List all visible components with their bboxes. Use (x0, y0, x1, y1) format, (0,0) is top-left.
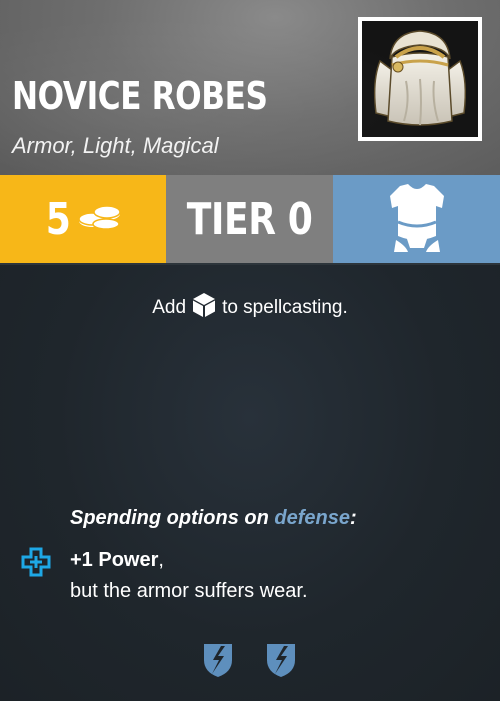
option-comma: , (158, 549, 164, 571)
durability-track (202, 640, 297, 683)
coins-icon (75, 202, 123, 237)
broken-shield-icon (202, 640, 234, 683)
item-card: NOVICE ROBES Armor, Light, Magical 5 TIE… (0, 0, 500, 701)
plus-target-icon (21, 547, 51, 582)
armor-vest-icon (386, 182, 448, 257)
broken-shield-icon (265, 640, 297, 683)
spending-heading: Spending options on defense: (70, 507, 357, 530)
cost-value: 5 (45, 193, 71, 245)
card-title: NOVICE ROBES (12, 74, 268, 118)
cost-panel: 5 (0, 175, 166, 263)
card-header: NOVICE ROBES Armor, Light, Magical (0, 0, 500, 175)
stat-bar: 5 TIER 0 (0, 175, 500, 263)
effect-prefix: Add (152, 297, 187, 318)
white-robe-armor-image (362, 21, 478, 137)
tier-label: TIER 0 (186, 193, 313, 245)
spending-heading-prefix: Spending options on (70, 507, 275, 529)
option-bold: +1 Power (70, 549, 159, 571)
spending-heading-suffix: : (350, 507, 357, 529)
item-portrait (358, 17, 482, 141)
card-body (0, 265, 500, 701)
type-panel (333, 175, 500, 263)
effect-suffix: to spellcasting. (222, 297, 348, 318)
spending-keyword: defense (274, 507, 351, 529)
die-cube-icon (192, 292, 216, 324)
tier-panel: TIER 0 (166, 175, 333, 263)
card-subtitle: Armor, Light, Magical (12, 133, 219, 158)
option-line-2: but the armor suffers wear. (70, 580, 308, 602)
option-line-1: +1 Power, (70, 549, 164, 572)
effect-text: Add to spellcasting. (0, 292, 500, 324)
